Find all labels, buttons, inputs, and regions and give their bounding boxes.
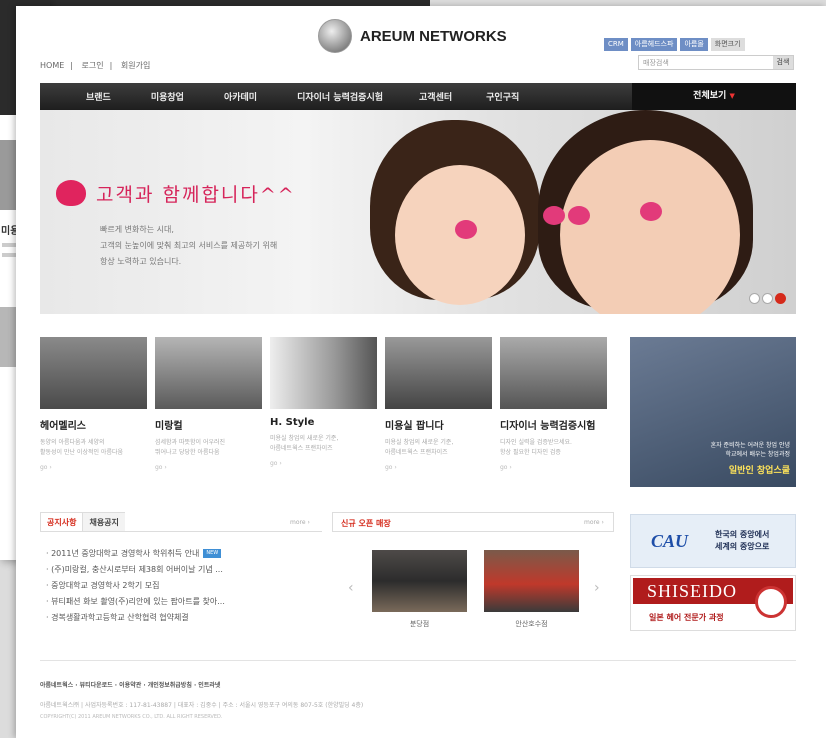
list-item[interactable]: · 중앙대학교 경영학사 2학기 모집 xyxy=(46,578,225,594)
shiseido-banner[interactable]: SHISEIDO 일본 헤어 전문가 과정 xyxy=(630,575,796,631)
brand-card[interactable]: 헤어멜리스 동양의 아름다움과 세양의 활동성이 만난 이상적인 아름다움 go … xyxy=(40,337,147,471)
tab-recruit[interactable]: 채용공지 xyxy=(83,512,125,531)
nav-startup[interactable]: 미용창업 xyxy=(151,90,184,103)
heart-sticker-icon xyxy=(543,206,565,225)
cau-logo: CAU xyxy=(651,531,689,551)
card-image xyxy=(155,337,262,409)
mall-button[interactable]: 아름몰 xyxy=(680,38,708,51)
join-link[interactable]: 회원가입 xyxy=(121,61,150,70)
page: HOME | 로그인 | 회원가입 AREUM NETWORKS CRM 아름헤드스… xyxy=(16,6,826,738)
main-navigation: 브랜드 미용창업 아카데미 디자이너 능력검증시험 고객센터 구인구직 전체보기… xyxy=(40,83,796,110)
shop-name: 안산호수점 xyxy=(515,620,548,628)
slide-dot-2[interactable] xyxy=(762,293,773,304)
hero-slogan: 고객과 함께합니다^^ xyxy=(96,184,296,206)
home-link[interactable]: HOME xyxy=(40,61,64,70)
card-image xyxy=(270,337,377,409)
footer-links[interactable]: 아름네트웍스 · 뷰티다운로드 · 이용약관 · 개인정보취급방침 · 인트라넷 xyxy=(40,680,220,689)
footer-copyright: COPYRIGHT(C) 2011 AREUM NETWORKS CO., LT… xyxy=(40,714,223,720)
new-shop-header: 신규 오픈 매장 xyxy=(332,512,614,532)
footer-company-info: 아름네트웍스㈜ | 사업자등록번호 : 117-81-43887 | 대표자 :… xyxy=(40,702,364,709)
slide-dot-1[interactable] xyxy=(749,293,760,304)
nav-brand[interactable]: 브랜드 xyxy=(86,90,111,103)
hero-banner: 고객과 함께합니다^^ 빠르게 변화하는 시대, 고객의 눈높이에 맞춰 최고의 … xyxy=(40,110,796,314)
store-search: 매장검색 검색 xyxy=(638,55,794,70)
chevron-right-icon[interactable]: › xyxy=(594,580,600,596)
shop-more-link[interactable]: more › xyxy=(584,519,604,526)
top-buttons: CRM 아름헤드스파 아름몰 화면크기 xyxy=(604,38,745,51)
list-item[interactable]: · 뷰티패션 화보 촬영(주)리안에 있는 팝아트를 찾아... xyxy=(46,594,225,610)
view-all-menu[interactable]: 전체보기 ▼ xyxy=(632,83,796,110)
crm-button[interactable]: CRM xyxy=(604,38,628,51)
new-shop-title: 신규 오픈 매장 xyxy=(341,519,391,528)
brand-card[interactable]: H. Style 미용실 창업의 새로운 기준, 아름네트웍스 프랜차이즈 go … xyxy=(270,337,377,471)
list-item[interactable]: · 경복생활과학고등학교 산학협력 협약체결 xyxy=(46,610,225,626)
slide-indicator xyxy=(749,293,786,304)
brand-card[interactable]: 미용실 팝니다 미용실 창업의 새로운 기준, 아름네트웍스 프랜차이즈 go › xyxy=(385,337,492,471)
list-item[interactable]: · (주)미랑컬, 충산시로부터 제38회 어버이날 기념 ... xyxy=(46,562,225,578)
site-name: AREUM NETWORKS xyxy=(360,27,507,45)
card-image xyxy=(500,337,607,409)
logo-emblem-icon xyxy=(318,19,352,53)
heart-sticker-icon xyxy=(455,220,477,239)
tab-notice[interactable]: 공지사항 xyxy=(40,512,84,531)
heart-sticker-icon xyxy=(640,202,662,221)
shop-photo-ansan[interactable] xyxy=(484,550,579,612)
nav-academy[interactable]: 아카데미 xyxy=(224,90,257,103)
card-image xyxy=(40,337,147,409)
brand-cards: 헤어멜리스 동양의 아름다움과 세양의 활동성이 만난 이상적인 아름다움 go … xyxy=(40,337,607,471)
brand-card[interactable]: 디자이너 능력검증시험 디자인 실력을 검증받으세요. 항상 필요한 디자인 검증… xyxy=(500,337,607,471)
nav-jobs[interactable]: 구인구직 xyxy=(486,90,519,103)
list-item[interactable]: · 2011년 중앙대학교 경영학사 학위취득 안내 NEW xyxy=(46,546,225,562)
login-link[interactable]: 로그인 xyxy=(82,61,104,70)
heart-sticker-icon xyxy=(568,206,590,225)
card-image xyxy=(385,337,492,409)
utility-links: HOME | 로그인 | 회원가입 xyxy=(40,61,151,70)
startup-school-banner[interactable]: 혼자 준비하는 어려운 창업 안녕 학교에서 배우는 창업과정 일반인 창업스쿨 xyxy=(630,337,796,487)
shop-name: 분당점 xyxy=(409,620,430,628)
headspa-button[interactable]: 아름헤드스파 xyxy=(630,38,678,51)
zoom-button[interactable]: 화면크기 xyxy=(710,38,745,51)
footer-divider xyxy=(40,660,796,661)
notice-list: · 2011년 중앙대학교 경영학사 학위취득 안내 NEW · (주)미랑컬, … xyxy=(46,546,225,626)
slide-dot-3[interactable] xyxy=(775,293,786,304)
nav-designer-test[interactable]: 디자이너 능력검증시험 xyxy=(297,90,383,103)
shop-photo-bundang[interactable] xyxy=(372,550,467,612)
notice-more-link[interactable]: more › xyxy=(290,519,310,526)
chevron-down-icon: ▼ xyxy=(729,92,735,100)
nav-customer-center[interactable]: 고객센터 xyxy=(419,90,452,103)
search-input[interactable]: 매장검색 xyxy=(639,56,773,69)
heart-icon xyxy=(56,180,86,206)
chevron-left-icon[interactable]: ‹ xyxy=(348,580,354,596)
new-badge: NEW xyxy=(203,549,222,558)
camellia-emblem-icon xyxy=(755,586,787,618)
hero-description: 빠르게 변화하는 시대, 고객의 눈높이에 맞춰 최고의 서비스를 제공하기 위해… xyxy=(100,225,278,266)
search-button[interactable]: 검색 xyxy=(773,56,793,69)
site-logo[interactable]: AREUM NETWORKS xyxy=(318,19,507,53)
notice-tabs: 공지사항 채용공지 xyxy=(40,512,322,532)
brand-card[interactable]: 미랑컬 섬세함과 따뜻함이 어우러진 뛰어나고 당당한 아름다움 go › xyxy=(155,337,262,471)
cau-banner[interactable]: CAU 한국의 중앙에서 세계의 중앙으로 xyxy=(630,514,796,568)
